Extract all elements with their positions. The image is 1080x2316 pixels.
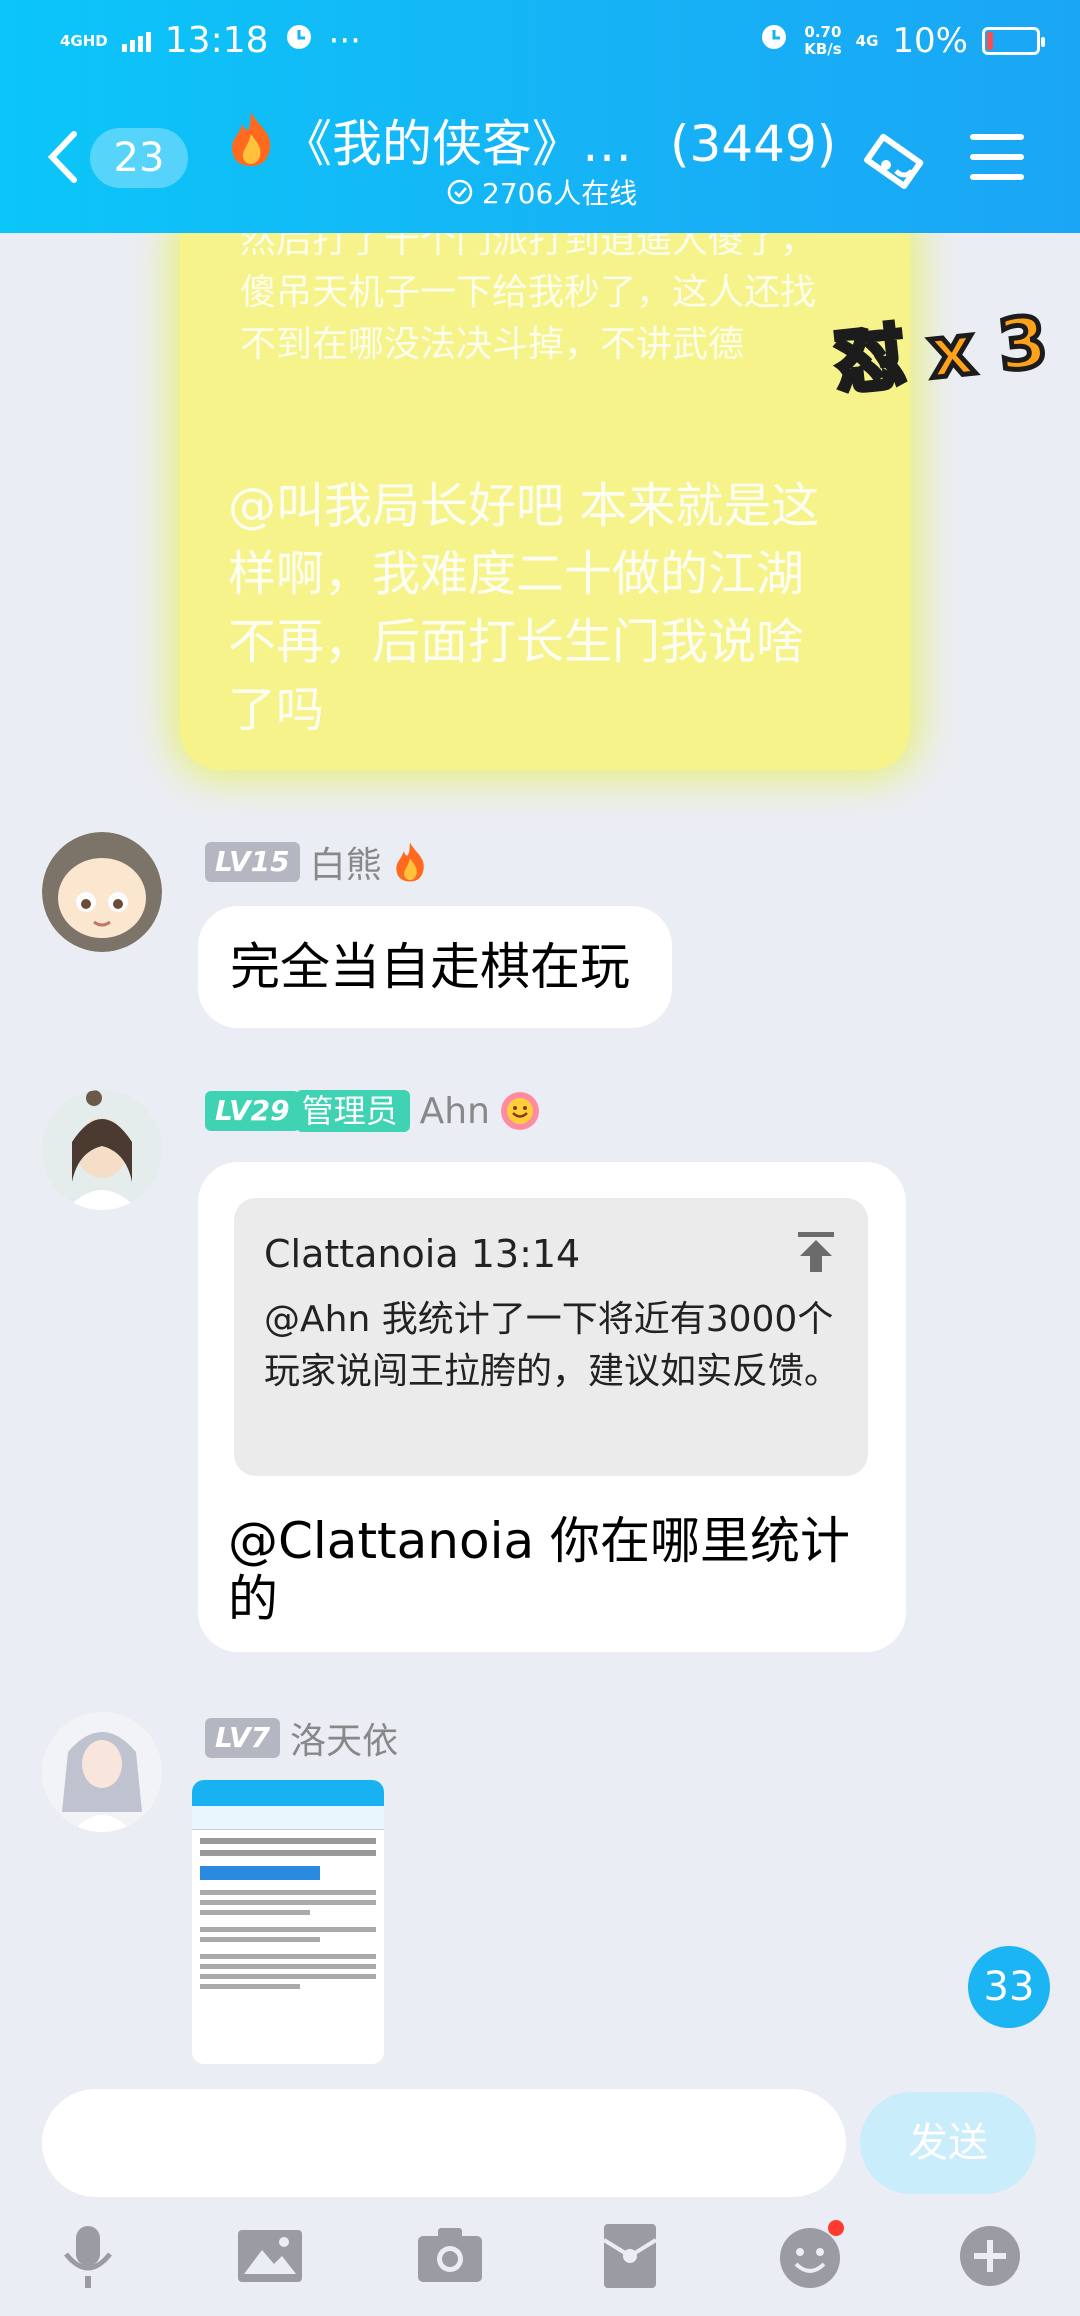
online-status: 2706人在线	[446, 172, 637, 212]
quote-author: Clattanoia 13:14	[264, 1232, 581, 1276]
chat-header: 4GHD 13:18 ··· 0.70 KB/s 4G 10% 23 《我的侠客》…	[0, 0, 1080, 233]
battery-icon	[982, 26, 1045, 55]
sender-name[interactable]: Ahn	[420, 1091, 490, 1132]
microphone-icon[interactable]	[52, 2220, 124, 2292]
jump-to-top-icon[interactable]	[796, 1230, 836, 1274]
red-packet-icon[interactable]	[594, 2220, 666, 2292]
menu-icon[interactable]	[968, 128, 1026, 186]
sender-name[interactable]: 白熊	[310, 836, 382, 888]
image-icon[interactable]	[234, 2220, 306, 2292]
new-messages-badge[interactable]: 33	[968, 1946, 1050, 2028]
sender-name[interactable]: 洛天依	[290, 1712, 398, 1764]
status-bar: 4GHD 13:18 ··· 0.70 KB/s 4G 10%	[0, 0, 1080, 84]
back-chevron-icon[interactable]	[44, 128, 82, 186]
send-button[interactable]: 发送	[860, 2092, 1036, 2194]
message-text: 完全当自走棋在玩	[230, 938, 630, 996]
sender-info: LV7 洛天依	[205, 1712, 398, 1764]
fire-icon	[395, 842, 424, 882]
alarm-icon	[283, 20, 315, 61]
signal-icon	[121, 30, 151, 52]
quote-text: @Ahn 我统计了一下将近有3000个玩家说闯王拉胯的，建议如实反馈。	[264, 1299, 841, 1392]
sender-info: LV15 白熊	[205, 836, 428, 888]
clock: 13:18	[164, 20, 269, 61]
tag-link-icon[interactable]	[858, 125, 934, 201]
image-message-thumbnail[interactable]	[192, 1780, 384, 2064]
level-badge: LV15	[205, 842, 300, 882]
alarm-icon	[758, 20, 790, 61]
highlighted-text: @叫我局长好吧 本来就是这样啊，我难度二十做的江湖不再，后面打长生门我说啥了吗	[228, 478, 820, 738]
quoted-message[interactable]: Clattanoia 13:14 @Ahn 我统计了一下将近有3000个玩家说闯…	[234, 1198, 868, 1476]
level-badge: LV29	[205, 1091, 300, 1131]
mobile-data-indicator: 4G	[855, 31, 879, 50]
online-check-icon	[447, 179, 473, 205]
group-title[interactable]: 《我的侠客》… (3449)	[282, 104, 836, 176]
admin-badge: 管理员	[295, 1090, 410, 1132]
network-type: 4GHD	[60, 31, 108, 50]
level-badge: LV7	[205, 1718, 281, 1758]
message-input[interactable]	[42, 2089, 846, 2197]
avatar[interactable]	[42, 832, 162, 952]
sender-info: LV29 管理员 Ahn	[205, 1090, 540, 1132]
net-speed: 0.70 KB/s	[804, 22, 842, 58]
emoji-icon[interactable]	[774, 2220, 846, 2292]
status-more: ···	[328, 20, 361, 61]
fire-icon	[226, 110, 276, 172]
highlighted-quote: 然后打了十个门派打到逍遥人傻了，傻吊天机子一下给我秒了，这人还找不到在哪没法决斗…	[240, 220, 817, 365]
plus-icon[interactable]	[954, 2220, 1026, 2292]
emoji-badge-icon	[500, 1092, 539, 1130]
unread-chats-badge[interactable]: 23	[90, 128, 188, 188]
battery-percent: 10%	[892, 20, 968, 61]
camera-icon[interactable]	[414, 2220, 486, 2292]
avatar[interactable]	[42, 1712, 162, 1832]
avatar[interactable]	[42, 1090, 162, 1210]
message-bubble[interactable]: 完全当自走棋在玩	[198, 906, 672, 1028]
message-text: @Clattanoia 你在哪里统计的	[228, 1512, 850, 1628]
